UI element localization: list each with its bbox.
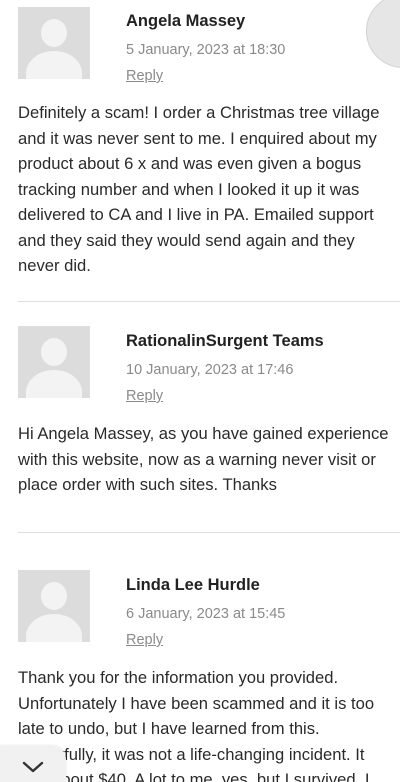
comment-text-line: Hi Angela Massey, as you have gained exp… <box>18 424 389 443</box>
reply-link[interactable]: Reply <box>126 632 163 648</box>
comment-text-line: delivered to CA and I live in PA. Emaile… <box>18 205 374 224</box>
comment-text: Thank you for the information you provid… <box>18 665 400 782</box>
default-avatar-icon <box>18 326 90 398</box>
comment-date: 10 January, 2023 at 17:46 <box>126 362 294 378</box>
comment-author: Angela Massey <box>126 12 246 30</box>
floating-circle-button[interactable] <box>366 0 400 68</box>
comment-author: Linda Lee Hurdle <box>126 576 260 594</box>
comment-date: 6 January, 2023 at 15:45 <box>126 606 286 622</box>
comment-author: RationalinSurgent Teams <box>126 332 324 350</box>
comment-text: Definitely a scam! I order a Christmas t… <box>18 100 400 279</box>
comment-text-line: and it was never sent to me. I enquired … <box>18 128 377 148</box>
chevron-down-icon <box>22 761 44 773</box>
comment-text-line: was about $40. A lot to me, yes, but I s… <box>18 770 370 782</box>
reply-link[interactable]: Reply <box>126 68 163 84</box>
comment-divider <box>18 532 400 533</box>
comment-date: 5 January, 2023 at 18:30 <box>126 42 286 58</box>
comment-text: Hi Angela Massey, as you have gained exp… <box>18 421 400 498</box>
comment-text-line: Thank you for the information you provid… <box>18 668 339 687</box>
collapse-button[interactable] <box>0 746 66 782</box>
comment-text-line: Definitely a scam! I order a Christmas t… <box>18 103 380 122</box>
comment-text-line: Thankfully, it was not a life-changing i… <box>18 744 365 764</box>
comment-text-line: product about 6 x and was even given a b… <box>18 154 362 173</box>
comment-text-line: place order with such sites. Thanks <box>18 475 277 494</box>
comment-divider <box>18 301 400 302</box>
comment-text-line: Unfortunately I have been scammed and it… <box>18 693 375 713</box>
reply-link[interactable]: Reply <box>126 388 163 404</box>
default-avatar-icon <box>18 7 90 79</box>
default-avatar-icon <box>18 570 90 642</box>
comment-text-line: with this website, now as a warning neve… <box>18 449 376 469</box>
comments-page: Angela Massey 5 January, 2023 at 18:30 R… <box>0 0 400 782</box>
comment-text-line: and they said they would send again and … <box>18 230 355 250</box>
comment-text-line: late to undo, but I have learned from th… <box>18 719 320 738</box>
comment-text-line: tracking number and when I looked it up … <box>18 179 360 199</box>
comment-text-line: never did. <box>18 256 91 275</box>
